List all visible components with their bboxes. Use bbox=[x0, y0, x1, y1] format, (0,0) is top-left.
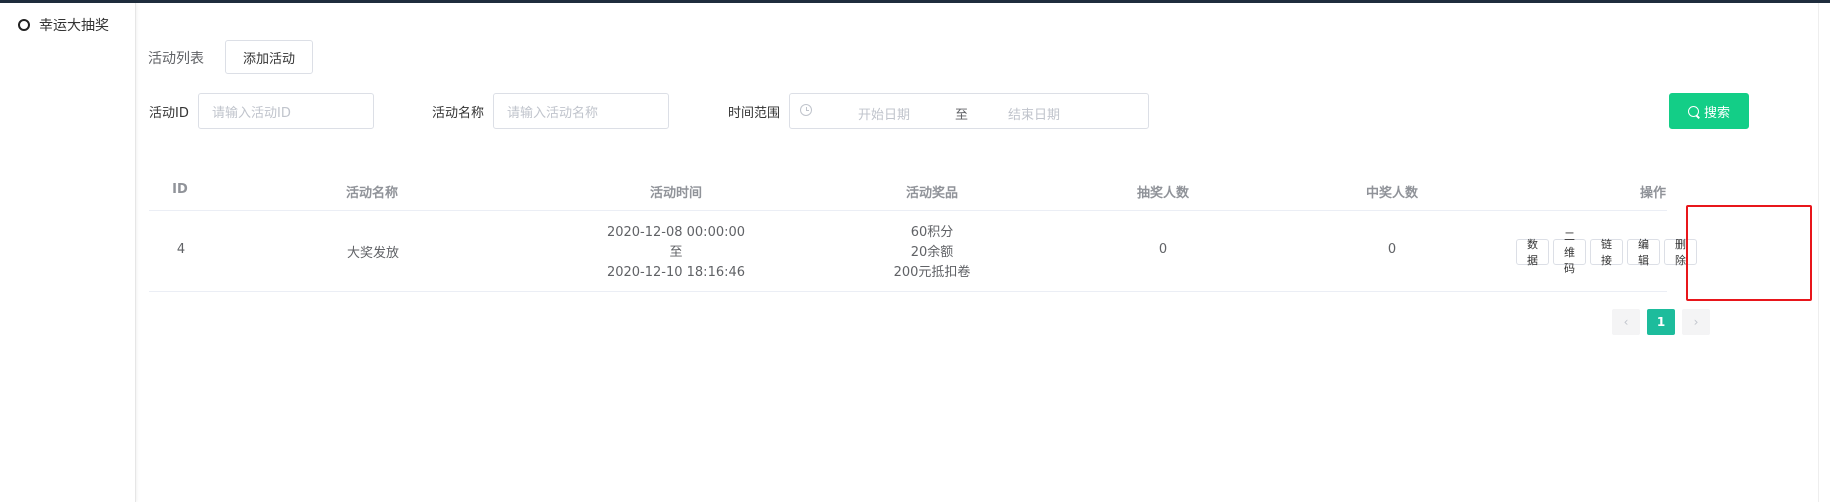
pagination: ‹ 1 › bbox=[1612, 309, 1710, 335]
activity-id-input[interactable]: 请输入活动ID bbox=[198, 93, 374, 129]
prize-item: 200元抵扣卷 bbox=[893, 265, 971, 280]
edit-button[interactable]: 编辑 bbox=[1627, 238, 1660, 267]
activity-name-input[interactable]: 请输入活动名称 bbox=[493, 93, 669, 129]
activity-table: ID 活动名称 活动时间 活动奖品 抽奖人数 中奖人数 操作 4 大奖发放 20… bbox=[149, 172, 1697, 292]
range-separator: 至 bbox=[955, 108, 969, 123]
table-header: ID 活动名称 活动时间 活动奖品 抽奖人数 中奖人数 操作 bbox=[149, 172, 1667, 211]
time-end: 2020-12-10 18:16:46 bbox=[606, 265, 746, 280]
time-start: 2020-12-08 00:00:00 bbox=[606, 225, 746, 240]
column-header-time: 活动时间 bbox=[649, 186, 703, 201]
time-separator: 至 bbox=[669, 245, 683, 260]
start-date-input[interactable]: 开始日期 bbox=[858, 104, 910, 123]
next-page-button[interactable]: › bbox=[1682, 309, 1710, 335]
activity-name-label: 活动名称 bbox=[432, 106, 485, 121]
cell-id: 4 bbox=[176, 242, 186, 257]
column-header-prize: 活动奖品 bbox=[905, 186, 959, 201]
column-header-draw-count: 抽奖人数 bbox=[1136, 186, 1190, 201]
prev-page-button[interactable]: ‹ bbox=[1612, 309, 1640, 335]
cell-prizes: 60积分 20余额 200元抵扣卷 bbox=[894, 223, 971, 283]
annotation-highlight-box bbox=[1686, 205, 1812, 301]
link-button[interactable]: 链接 bbox=[1590, 238, 1623, 267]
prize-item: 60积分 bbox=[910, 225, 954, 240]
sidebar-item-label: 幸运大抽奖 bbox=[39, 18, 109, 34]
sidebar-item-lucky-draw[interactable]: 幸运大抽奖 bbox=[18, 15, 109, 35]
column-header-win-count: 中奖人数 bbox=[1365, 186, 1419, 201]
qrcode-button[interactable]: 二维码 bbox=[1553, 230, 1586, 275]
column-header-id: ID bbox=[172, 182, 188, 197]
data-button[interactable]: 数据 bbox=[1516, 238, 1549, 267]
table-row: 4 大奖发放 2020-12-08 00:00:00 至 2020-12-10 … bbox=[149, 211, 1697, 292]
sidebar: 幸运大抽奖 bbox=[0, 3, 136, 502]
top-bar bbox=[0, 0, 1830, 3]
date-range-picker[interactable]: 开始日期 至 结束日期 bbox=[789, 93, 1149, 129]
activity-id-label: 活动ID bbox=[149, 106, 189, 121]
time-range-label: 时间范围 bbox=[728, 106, 781, 121]
search-button[interactable]: 搜索 bbox=[1669, 93, 1749, 129]
add-activity-button[interactable]: 添加活动 bbox=[225, 40, 313, 74]
page-number-button[interactable]: 1 bbox=[1647, 309, 1675, 335]
cell-time: 2020-12-08 00:00:00 至 2020-12-10 18:16:4… bbox=[607, 223, 745, 283]
page-title: 活动列表 bbox=[148, 51, 204, 67]
column-header-name: 活动名称 bbox=[345, 186, 399, 201]
clock-icon bbox=[800, 104, 812, 116]
row-actions: 数据 二维码 链接 编辑 删除 bbox=[1516, 230, 1697, 275]
cell-name: 大奖发放 bbox=[346, 246, 400, 261]
column-header-actions: 操作 bbox=[1639, 186, 1667, 201]
search-icon bbox=[1687, 105, 1699, 117]
circle-icon bbox=[18, 19, 30, 31]
search-button-label: 搜索 bbox=[1703, 105, 1730, 121]
cell-win-count: 0 bbox=[1387, 242, 1397, 257]
cell-draw-count: 0 bbox=[1158, 242, 1168, 257]
end-date-input[interactable]: 结束日期 bbox=[1008, 104, 1060, 123]
scrollbar-track bbox=[1818, 3, 1819, 502]
prize-item: 20余额 bbox=[910, 245, 954, 260]
